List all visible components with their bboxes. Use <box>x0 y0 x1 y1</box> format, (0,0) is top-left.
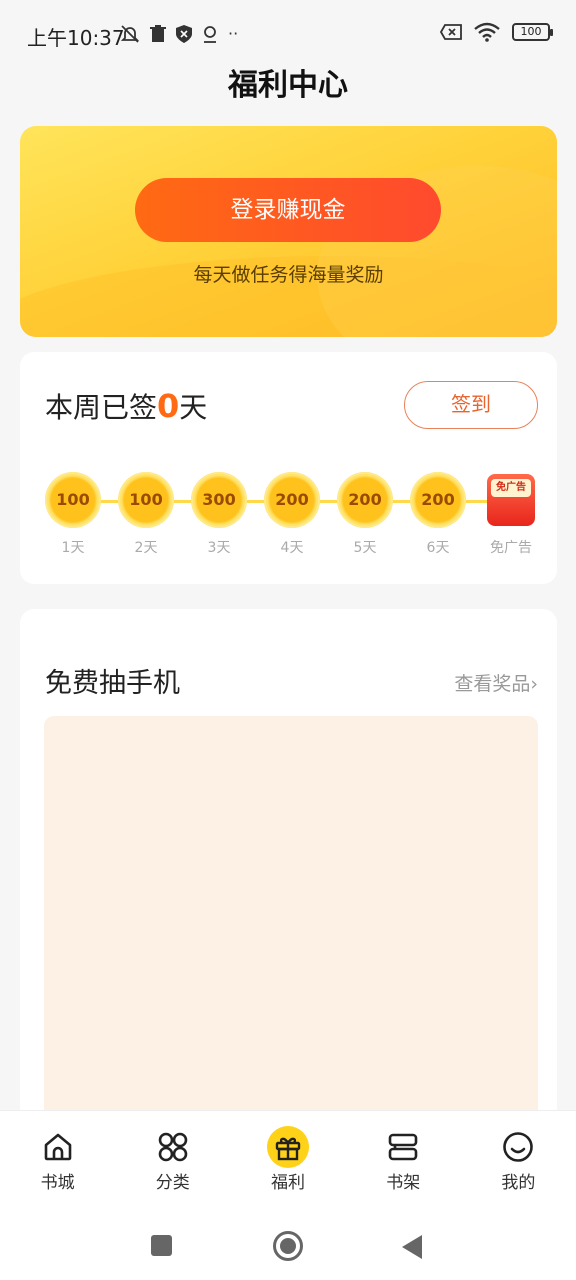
status-time: 上午10:37 <box>27 26 125 50</box>
bottom-tab-bar: 书城 分类 福利 书架 我的 <box>0 1110 576 1204</box>
tab-bookshelf[interactable]: 书架 <box>346 1111 461 1204</box>
sign-in-prefix: 本周已签 <box>45 391 158 424</box>
sign-in-status: 本周已签0天 <box>45 386 207 426</box>
tab-bookstore[interactable]: 书城 <box>0 1111 115 1204</box>
tab-label: 分类 <box>155 1173 190 1193</box>
sign-in-button[interactable]: 签到 <box>404 381 538 429</box>
home-button[interactable] <box>273 1231 303 1261</box>
banner-subtitle: 每天做任务得海量奖励 <box>193 264 384 286</box>
day-reward-3: 300 3天 <box>190 472 248 557</box>
location-icon <box>204 26 216 43</box>
sign-in-count: 0 <box>157 387 180 425</box>
day-label: 5天 <box>353 540 377 556</box>
sign-in-days-row: 100 1天 100 2天 300 3天 200 4天 200 5天 200 6… <box>44 472 536 556</box>
view-prizes-link[interactable]: 查看奖品› <box>454 669 538 696</box>
page-title: 福利中心 <box>228 68 348 103</box>
tab-category[interactable]: 分类 <box>115 1111 230 1204</box>
day-label: 3天 <box>207 540 231 556</box>
day-label: 4天 <box>280 540 304 556</box>
battery-icon: 100 <box>512 23 553 41</box>
login-banner: 登录赚现金 每天做任务得海量奖励 <box>20 126 557 337</box>
day-label: 1天 <box>61 540 85 556</box>
tab-mine[interactable]: 我的 <box>461 1111 576 1204</box>
phone-lottery-card: 免费抽手机 查看奖品› <box>20 609 557 1176</box>
bookshelf-icon <box>387 1131 419 1163</box>
day-reward-1: 100 1天 <box>44 472 102 557</box>
lottery-title: 免费抽手机 <box>45 668 180 699</box>
coin-icon: 200 <box>264 472 320 528</box>
tab-label: 福利 <box>271 1173 305 1193</box>
coin-icon: 200 <box>410 472 466 528</box>
day-reward-5: 200 5天 <box>336 472 394 557</box>
status-icons-right: 100 <box>440 22 553 42</box>
day-label: 6天 <box>426 540 450 556</box>
lottery-content-area <box>44 716 538 1176</box>
gift-icon <box>267 1126 309 1168</box>
day-label: 2天 <box>134 540 158 556</box>
tab-welfare[interactable]: 福利 <box>230 1111 345 1204</box>
shield-icon <box>176 25 192 43</box>
recent-apps-button[interactable] <box>151 1235 172 1256</box>
coin-icon: 300 <box>191 472 247 528</box>
ad-free-icon: 免广告 <box>487 474 535 526</box>
home-icon <box>42 1131 74 1163</box>
day-reward-6: 200 6天 <box>409 472 467 557</box>
bell-off-icon <box>120 25 140 43</box>
trash-icon <box>150 25 166 42</box>
coin-icon: 100 <box>45 472 101 528</box>
day-reward-4: 200 4天 <box>263 472 321 557</box>
no-sim-icon <box>440 24 462 40</box>
coin-icon: 200 <box>337 472 393 528</box>
back-button[interactable] <box>402 1235 422 1259</box>
login-earn-cash-button[interactable]: 登录赚现金 <box>135 178 441 242</box>
status-icons-left: ·· <box>120 24 238 44</box>
day-reward-2: 100 2天 <box>117 472 175 557</box>
smile-icon <box>502 1131 534 1163</box>
day-label: 免广告 <box>490 540 532 556</box>
chevron-right-icon: › <box>530 673 538 695</box>
system-nav-bar <box>0 1204 576 1280</box>
day-reward-7: 免广告 免广告 <box>482 472 540 557</box>
sign-in-suffix: 天 <box>179 391 208 424</box>
tab-label: 书城 <box>40 1173 75 1193</box>
category-icon <box>157 1131 189 1163</box>
coin-icon: 100 <box>118 472 174 528</box>
weekly-sign-in-card: 本周已签0天 签到 100 1天 100 2天 300 3天 200 4天 20… <box>20 352 557 584</box>
view-prizes-label: 查看奖品 <box>454 673 531 695</box>
wifi-icon <box>474 22 500 42</box>
ad-free-badge: 免广告 <box>491 479 531 497</box>
tab-label: 我的 <box>501 1173 536 1193</box>
more-icon: ·· <box>228 24 239 43</box>
tab-label: 书架 <box>386 1173 421 1193</box>
